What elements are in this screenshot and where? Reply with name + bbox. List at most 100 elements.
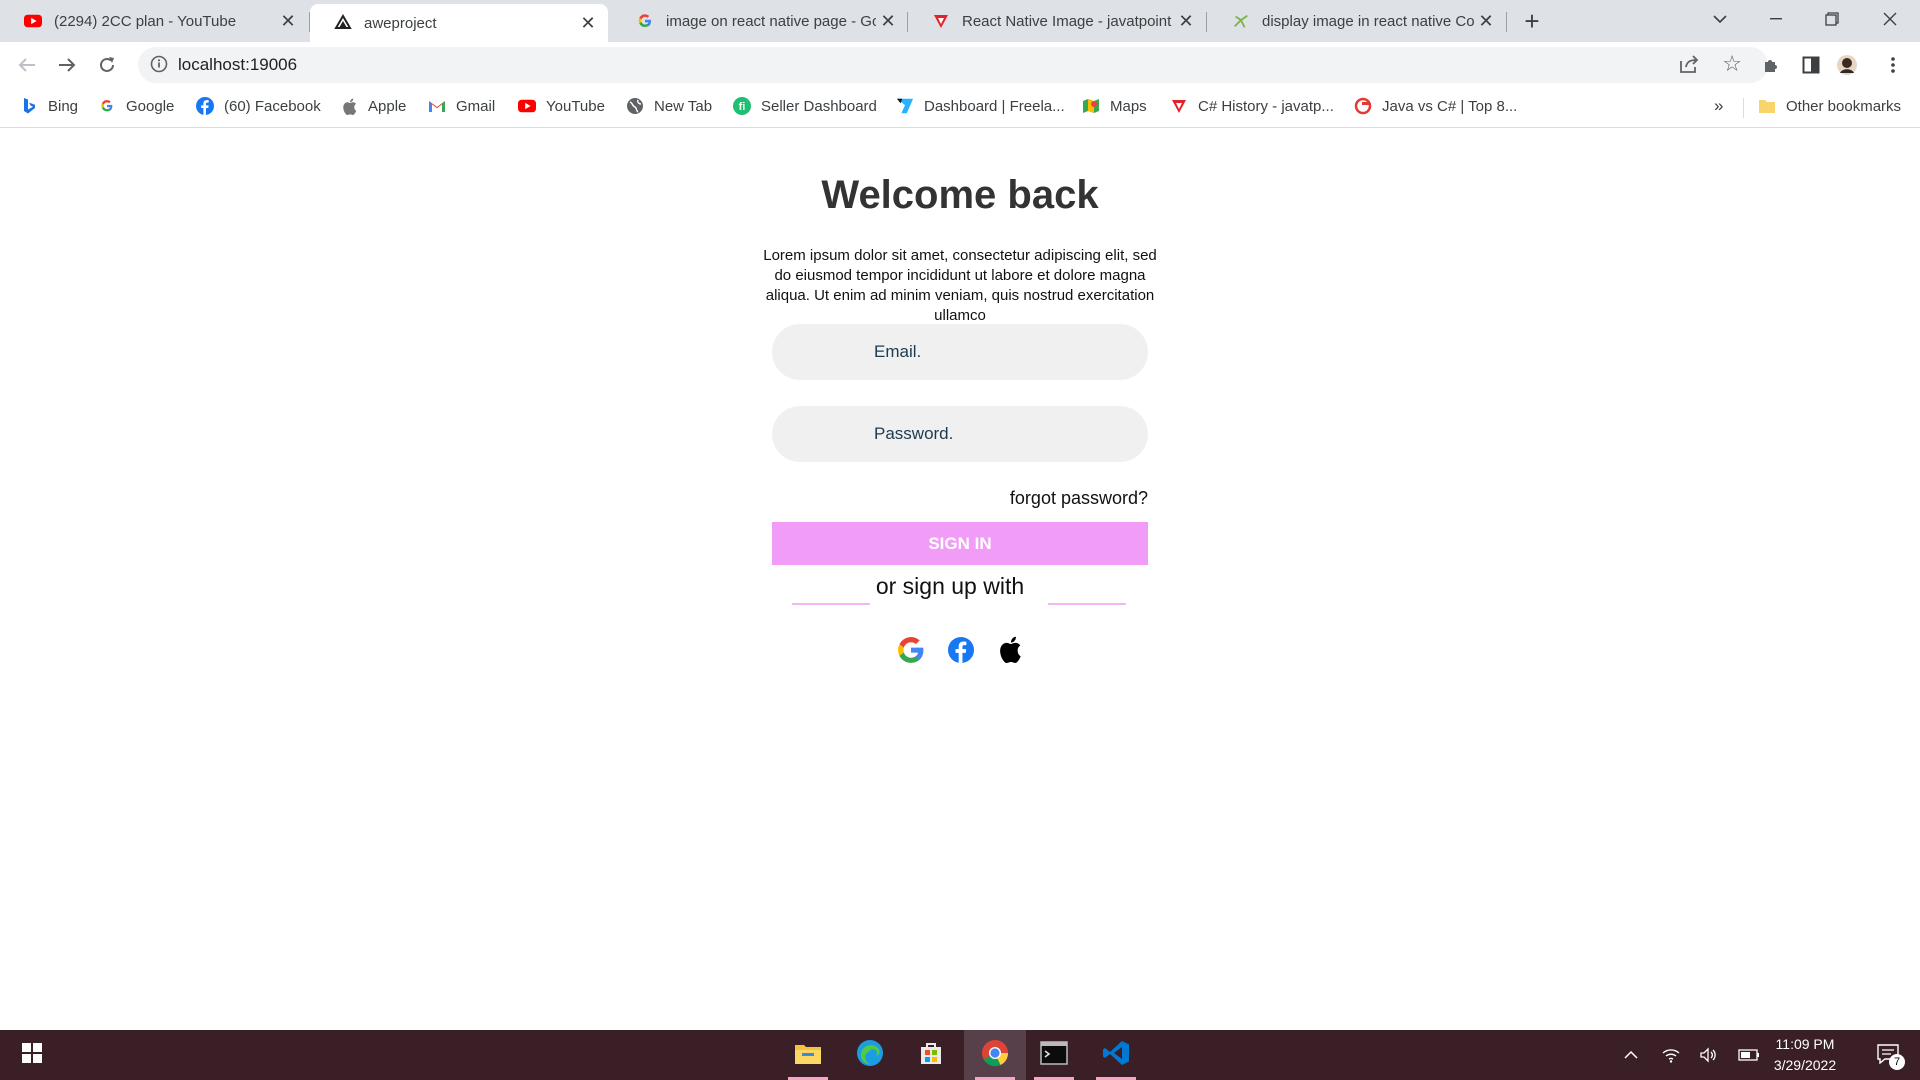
address-bar[interactable]: localhost:19006 ☆ bbox=[138, 47, 1768, 83]
youtube-icon bbox=[24, 12, 42, 30]
tab-codegrepper[interactable]: display image in react native Cod ✕ bbox=[1208, 0, 1506, 42]
tab-title: display image in react native Cod bbox=[1262, 12, 1474, 30]
gmail-icon bbox=[428, 97, 446, 115]
educba-icon bbox=[1354, 97, 1372, 115]
codegrepper-icon bbox=[1232, 12, 1250, 30]
forgot-password-link[interactable]: forgot password? bbox=[900, 488, 1148, 509]
tray-chevron-icon[interactable] bbox=[1616, 1030, 1646, 1080]
bookmark-java-vs-csharp[interactable]: Java vs C# | Top 8... bbox=[1354, 88, 1517, 124]
bookmark-gmail[interactable]: Gmail bbox=[428, 88, 495, 124]
tab-search-icon[interactable] bbox=[1692, 0, 1748, 38]
notification-center-button[interactable]: 7 bbox=[1864, 1030, 1914, 1080]
bookmark-seller-dashboard[interactable]: fi Seller Dashboard bbox=[733, 88, 877, 124]
close-tab-icon[interactable]: ✕ bbox=[576, 11, 600, 35]
more-bookmarks-chevron-icon[interactable]: » bbox=[1714, 96, 1723, 116]
tab-separator bbox=[1206, 12, 1207, 32]
freelancer-icon bbox=[896, 97, 914, 115]
bookmark-maps[interactable]: Maps bbox=[1082, 88, 1147, 124]
close-window-button[interactable] bbox=[1862, 0, 1918, 38]
chrome-icon bbox=[981, 1039, 1009, 1072]
javatpoint-icon bbox=[1170, 97, 1188, 115]
side-panel-icon[interactable] bbox=[1796, 50, 1826, 80]
new-tab-button[interactable]: + bbox=[1518, 6, 1546, 36]
clock-date: 3/29/2022 bbox=[1773, 1057, 1837, 1073]
globe-icon bbox=[626, 97, 644, 115]
email-input[interactable] bbox=[772, 324, 1148, 380]
bookmark-label: (60) Facebook bbox=[224, 97, 321, 115]
maps-icon bbox=[1082, 97, 1100, 115]
wifi-icon[interactable] bbox=[1656, 1030, 1686, 1080]
bookmark-label: New Tab bbox=[654, 97, 713, 115]
taskbar-chrome[interactable] bbox=[964, 1030, 1026, 1080]
expo-icon bbox=[334, 14, 352, 32]
bing-icon bbox=[20, 97, 38, 115]
facebook-icon bbox=[196, 97, 214, 115]
menu-kebab-icon[interactable] bbox=[1878, 50, 1908, 80]
bookmark-youtube[interactable]: YouTube bbox=[518, 88, 605, 124]
bookmark-label: YouTube bbox=[546, 97, 605, 115]
tab-javatpoint[interactable]: React Native Image - javatpoint ✕ bbox=[908, 0, 1206, 42]
restore-button[interactable] bbox=[1804, 0, 1860, 38]
bookmark-freelancer[interactable]: Dashboard | Freela... bbox=[896, 88, 1065, 124]
windows-taskbar: 11:09 PM 3/29/2022 7 bbox=[0, 1030, 1920, 1080]
bookmark-apple[interactable]: Apple bbox=[340, 88, 406, 124]
edge-icon bbox=[856, 1039, 884, 1072]
tab-title: aweproject bbox=[364, 14, 437, 32]
forward-button[interactable] bbox=[52, 50, 82, 80]
taskbar-clock[interactable]: 11:09 PM 3/29/2022 bbox=[1760, 1034, 1850, 1076]
google-icon bbox=[98, 97, 116, 115]
bookmark-facebook[interactable]: (60) Facebook bbox=[196, 88, 321, 124]
apple-icon bbox=[340, 97, 358, 115]
extensions-icon[interactable] bbox=[1756, 50, 1786, 80]
page-title: Welcome back bbox=[821, 173, 1099, 217]
taskbar-edge[interactable] bbox=[842, 1030, 898, 1080]
minimize-button[interactable] bbox=[1748, 0, 1804, 38]
bookmark-google[interactable]: Google bbox=[98, 88, 174, 124]
clock-time: 11:09 PM bbox=[1775, 1036, 1835, 1052]
close-tab-icon[interactable]: ✕ bbox=[1174, 9, 1198, 33]
profile-avatar[interactable] bbox=[1832, 50, 1862, 80]
facebook-icon bbox=[948, 636, 974, 668]
url-text[interactable]: localhost:19006 bbox=[178, 55, 297, 75]
tab-aweproject[interactable]: aweproject ✕ bbox=[310, 4, 608, 42]
bookmark-label: Seller Dashboard bbox=[761, 97, 877, 115]
tab-google-search[interactable]: image on react native page - Goo ✕ bbox=[612, 0, 908, 42]
apple-sign-in-button[interactable] bbox=[995, 636, 1025, 667]
bookmark-label: Gmail bbox=[456, 97, 496, 115]
sign-in-button[interactable]: SIGN IN bbox=[772, 522, 1148, 565]
email-field[interactable] bbox=[772, 324, 1148, 380]
taskbar-vscode[interactable] bbox=[1088, 1030, 1144, 1080]
tab-youtube[interactable]: (2294) 2CC plan - YouTube ✕ bbox=[0, 0, 308, 42]
taskbar-store[interactable] bbox=[903, 1030, 959, 1080]
close-tab-icon[interactable]: ✕ bbox=[1474, 9, 1498, 33]
bookmark-label: Maps bbox=[1110, 97, 1147, 115]
or-sign-up-text: or sign up with bbox=[875, 573, 1025, 599]
share-icon[interactable] bbox=[1678, 53, 1702, 77]
back-button[interactable] bbox=[12, 50, 42, 80]
file-explorer-icon bbox=[794, 1041, 822, 1070]
password-field[interactable] bbox=[772, 406, 1148, 462]
bookmark-star-icon[interactable]: ☆ bbox=[1722, 51, 1742, 77]
description-text: Lorem ipsum dolor sit amet, consectetur … bbox=[763, 247, 1157, 324]
start-button[interactable] bbox=[4, 1030, 60, 1080]
site-info-icon[interactable] bbox=[150, 55, 170, 75]
other-bookmarks-label: Other bookmarks bbox=[1786, 97, 1902, 115]
volume-icon[interactable] bbox=[1694, 1030, 1724, 1080]
bookmark-bing[interactable]: Bing bbox=[20, 88, 78, 124]
bookmark-csharp-history[interactable]: C# History - javatp... bbox=[1170, 88, 1334, 124]
close-tab-icon[interactable]: ✕ bbox=[876, 9, 900, 33]
other-bookmarks-folder[interactable]: Other bookmarks bbox=[1758, 88, 1901, 124]
terminal-icon bbox=[1040, 1040, 1068, 1070]
google-sign-in-button[interactable] bbox=[896, 636, 926, 669]
tab-strip: (2294) 2CC plan - YouTube ✕ aweproject ✕… bbox=[0, 0, 1920, 42]
bookmark-label: Google bbox=[126, 97, 175, 115]
password-input[interactable] bbox=[772, 406, 1148, 462]
google-icon bbox=[897, 636, 925, 669]
close-tab-icon[interactable]: ✕ bbox=[276, 9, 300, 33]
bookmarks-divider bbox=[1743, 98, 1744, 118]
taskbar-file-explorer[interactable] bbox=[780, 1030, 836, 1080]
bookmark-new-tab[interactable]: New Tab bbox=[626, 88, 712, 124]
facebook-sign-in-button[interactable] bbox=[946, 636, 976, 668]
reload-button[interactable] bbox=[92, 50, 122, 80]
taskbar-terminal[interactable] bbox=[1026, 1030, 1082, 1080]
